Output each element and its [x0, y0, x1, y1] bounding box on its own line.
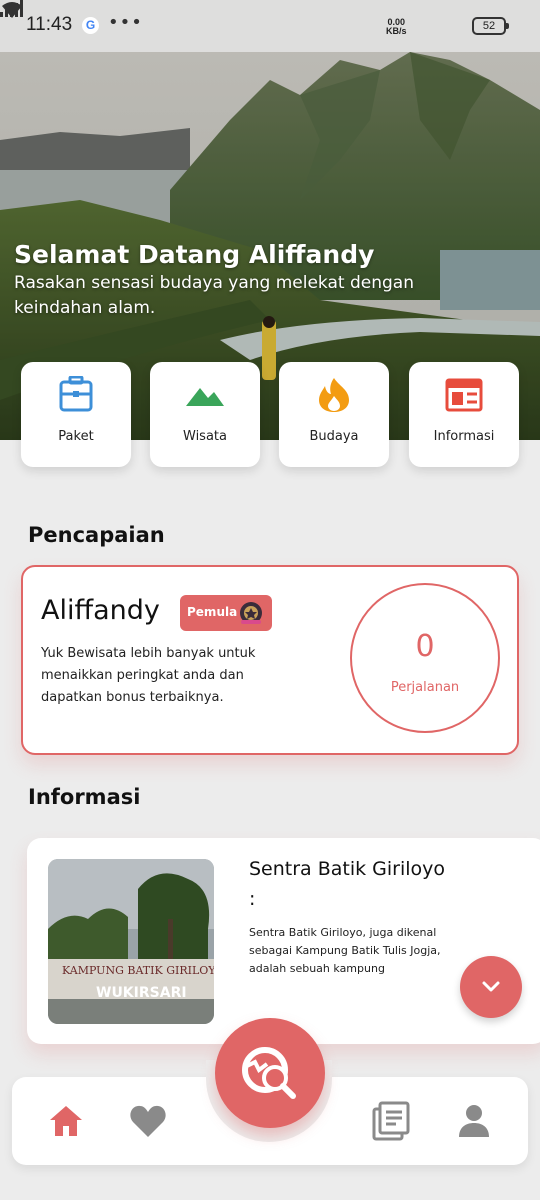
briefcase-icon: [59, 376, 93, 412]
category-informasi[interactable]: Informasi: [409, 362, 519, 467]
status-time: 11:43: [26, 14, 73, 35]
rank-badge: Pemula: [180, 595, 272, 631]
trip-counter-ring: 0 Perjalanan: [350, 583, 500, 733]
section-heading-informasi: Informasi: [28, 785, 141, 809]
section-heading-pencapaian: Pencapaian: [28, 523, 165, 547]
achievement-card[interactable]: Aliffandy Pemula Yuk Bewisata lebih bany…: [21, 565, 519, 755]
profile-icon[interactable]: [457, 1103, 491, 1139]
info-title: Sentra Batik Giriloyo :: [249, 858, 446, 910]
category-label: Budaya: [309, 429, 359, 444]
news-icon[interactable]: [372, 1101, 410, 1141]
trip-count: 0: [415, 629, 435, 664]
category-label: Wisata: [183, 429, 227, 444]
network-speed-unit: KB/s: [386, 26, 407, 36]
info-image: KAMPUNG BATIK GIRILOYO WUKIRSARI: [48, 859, 214, 1024]
hero-subtitle: Rasakan sensasi budaya yang melekat deng…: [14, 273, 414, 318]
battery-icon: 52: [472, 17, 509, 35]
chevron-down-icon: [482, 981, 500, 992]
network-speed: 0.00 KB/s: [386, 18, 407, 36]
category-paket[interactable]: Paket: [21, 362, 131, 467]
user-name: Aliffandy: [41, 595, 160, 626]
achievement-description: Yuk Bewisata lebih banyak untuk menaikka…: [41, 646, 256, 705]
more-notifications-icon: •••: [108, 12, 143, 33]
hero-title: Selamat Datang Aliffandy: [14, 240, 375, 269]
home-icon[interactable]: [48, 1103, 84, 1139]
explore-search-button[interactable]: [215, 1018, 325, 1128]
image-sign-text: KAMPUNG BATIK GIRILOYO: [62, 964, 214, 977]
fire-icon: [319, 378, 349, 412]
category-label: Paket: [58, 429, 94, 444]
trip-label: Perjalanan: [390, 680, 460, 695]
rank-badge-label: Pemula: [187, 605, 238, 619]
info-body: Sentra Batik Giriloyo, juga dikenal seba…: [249, 926, 441, 975]
wifi-icon: [2, 2, 22, 18]
heart-icon[interactable]: [129, 1103, 167, 1139]
category-label: Informasi: [433, 429, 495, 444]
status-bar: 11:43 G ••• 0.00 KB/s 52: [0, 0, 540, 52]
explore-search-icon: [242, 1047, 296, 1099]
category-budaya[interactable]: Budaya: [279, 362, 389, 467]
newspaper-icon: [445, 378, 483, 412]
google-icon: G: [82, 17, 99, 34]
category-wisata[interactable]: Wisata: [150, 362, 260, 467]
expand-button[interactable]: [460, 956, 522, 1018]
image-sign-text-2: WUKIRSARI: [96, 985, 187, 1001]
rank-medal-icon: [240, 602, 262, 624]
app-screen: 11:43 G ••• 0.00 KB/s 52 Selamat Datang …: [0, 0, 540, 1200]
mountain-icon: [186, 388, 224, 406]
